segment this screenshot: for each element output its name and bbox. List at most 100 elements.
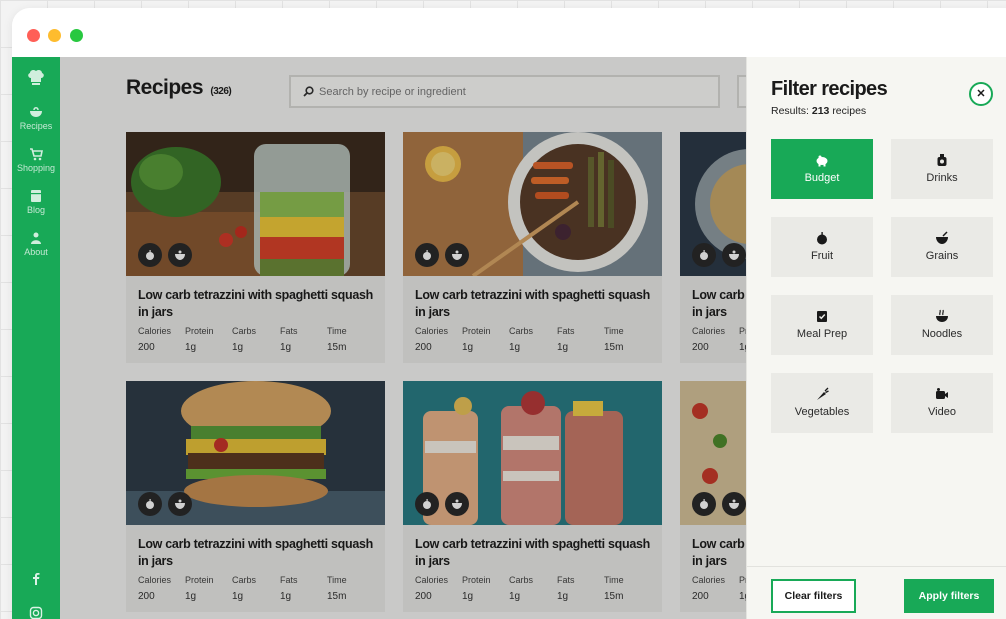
nutrition-value: 200 — [415, 342, 432, 353]
nutrition-label: Calories — [415, 326, 449, 336]
nutrition-value: 15m — [327, 342, 347, 353]
search-bar[interactable] — [289, 75, 720, 108]
filter-panel-title: Filter recipes — [771, 78, 888, 100]
nutrition-value: 1g — [557, 342, 569, 353]
nutrition-label: Fats — [557, 326, 575, 336]
nutrition-value: 1g — [280, 591, 292, 602]
maximize-window-button[interactable] — [70, 29, 83, 42]
nutrition-label: Fats — [280, 326, 298, 336]
window-titlebar — [12, 8, 1006, 57]
noodle-bowl-icon — [936, 309, 948, 322]
recipe-title[interactable]: Low carb tetrazzini with spaghetti squas… — [138, 287, 374, 321]
filter-tile-label: Budget — [804, 172, 840, 184]
filter-tile-label: Meal Prep — [796, 328, 848, 340]
filter-tile-vegetables[interactable]: Vegetables — [771, 373, 873, 433]
nutrition-label: Protein — [462, 326, 491, 336]
recipe-image — [126, 132, 385, 276]
recipe-title[interactable]: Low carb tetrazzini with spaghetti squas… — [415, 536, 651, 570]
browser-window: Recipes Shopping Blog About Recipes (326… — [12, 8, 1006, 619]
filter-tile-label: Vegetables — [794, 406, 850, 418]
nutrition-label: Calories — [415, 575, 449, 585]
piggy-bank-icon — [816, 155, 828, 167]
results-count: 213 — [811, 105, 830, 117]
grains-tag-icon — [168, 243, 192, 267]
search-input[interactable] — [319, 83, 709, 101]
recipe-title[interactable]: Low carb tetrazzini with spaghetti squas… — [138, 536, 374, 570]
nutrition-label: Calories — [692, 326, 726, 336]
sidebar-item-about[interactable]: About — [12, 231, 60, 257]
fruit-tag-icon — [692, 492, 716, 516]
recipe-image — [126, 381, 385, 525]
apple-icon — [817, 232, 827, 245]
nutrition-value: 1g — [280, 342, 292, 353]
nutrition-label: Protein — [185, 575, 214, 585]
filter-tile-label: Drinks — [926, 172, 958, 184]
page-title: Recipes (326) — [126, 76, 232, 100]
filter-tile-meal-prep[interactable]: Meal Prep — [771, 295, 873, 355]
nutrition-value: 200 — [138, 591, 155, 602]
recipe-count: (326) — [210, 86, 232, 97]
clipboard-check-icon — [817, 311, 827, 322]
minimize-window-button[interactable] — [48, 29, 61, 42]
nutrition-value: 1g — [185, 342, 197, 353]
recipe-card[interactable]: Low carb tetrazzini with spaghetti squas… — [126, 381, 385, 612]
filter-tile-grains[interactable]: Grains — [891, 217, 993, 277]
document-icon — [31, 190, 41, 202]
fruit-tag-icon — [692, 243, 716, 267]
nutrition-label: Carbs — [509, 575, 534, 585]
filter-tile-noodles[interactable]: Noodles — [891, 295, 993, 355]
close-icon: ✕ — [976, 88, 986, 100]
recipe-card[interactable]: Low carb tetrazzini with spaghetti squas… — [403, 381, 662, 612]
facebook-icon[interactable] — [29, 571, 43, 585]
nutrition-label: Fats — [557, 575, 575, 585]
instagram-icon[interactable] — [29, 606, 43, 619]
nutrition-label: Calories — [138, 575, 172, 585]
sidebar-item-blog[interactable]: Blog — [12, 189, 60, 215]
grains-tag-icon — [168, 492, 192, 516]
recipe-title[interactable]: Low carb tetrazzini with spaghetti squas… — [415, 287, 651, 321]
nutrition-label: Carbs — [232, 575, 257, 585]
search-icon — [303, 86, 314, 97]
nutrition-value: 1g — [509, 342, 521, 353]
sidebar-item-recipes[interactable]: Recipes — [12, 105, 60, 131]
nutrition-value: 200 — [415, 591, 432, 602]
nutrition-value: 1g — [462, 342, 474, 353]
filter-tile-video[interactable]: Video — [891, 373, 993, 433]
recipe-image — [403, 132, 662, 276]
nutrition-value: 1g — [557, 591, 569, 602]
close-window-button[interactable] — [27, 29, 40, 42]
filter-tile-fruit[interactable]: Fruit — [771, 217, 873, 277]
chef-hat-icon[interactable] — [26, 67, 46, 87]
filter-panel: Filter recipes Results: 213 recipes ✕ Bu… — [746, 57, 1006, 619]
filter-tile-label: Noodles — [921, 328, 963, 340]
video-camera-icon — [936, 388, 948, 399]
filter-tile-drinks[interactable]: Drinks — [891, 139, 993, 199]
page-title-text: Recipes — [126, 76, 204, 99]
bowl-icon — [30, 107, 42, 117]
grains-tag-icon — [722, 243, 746, 267]
recipe-card[interactable]: Low carb tetrazzini with spaghetti squas… — [126, 132, 385, 363]
close-panel-button[interactable]: ✕ — [969, 82, 993, 106]
filter-tile-label: Fruit — [811, 250, 833, 262]
grains-tag-icon — [722, 492, 746, 516]
nutrition-label: Time — [604, 326, 624, 336]
sidebar-item-label: About — [24, 247, 48, 257]
nutrition-label: Fats — [280, 575, 298, 585]
filter-tile-budget[interactable]: Budget — [771, 139, 873, 199]
recipe-image — [403, 381, 662, 525]
nutrition-label: Time — [327, 326, 347, 336]
clear-filters-button[interactable]: Clear filters — [771, 579, 856, 613]
apply-filters-button[interactable]: Apply filters — [904, 579, 994, 613]
nutrition-value: 200 — [692, 591, 709, 602]
nutrition-value: 15m — [604, 342, 624, 353]
fruit-tag-icon — [415, 492, 439, 516]
grains-tag-icon — [445, 492, 469, 516]
nutrition-value: 15m — [604, 591, 624, 602]
results-summary: Results: 213 recipes — [771, 105, 866, 117]
recipe-card[interactable]: Low carb tetrazzini with spaghetti squas… — [403, 132, 662, 363]
results-label: Results: — [771, 105, 809, 117]
nutrition-label: Calories — [138, 326, 172, 336]
sidebar-item-shopping[interactable]: Shopping — [12, 147, 60, 173]
app: Recipes Shopping Blog About Recipes (326… — [12, 57, 1006, 619]
nutrition-value: 1g — [509, 591, 521, 602]
